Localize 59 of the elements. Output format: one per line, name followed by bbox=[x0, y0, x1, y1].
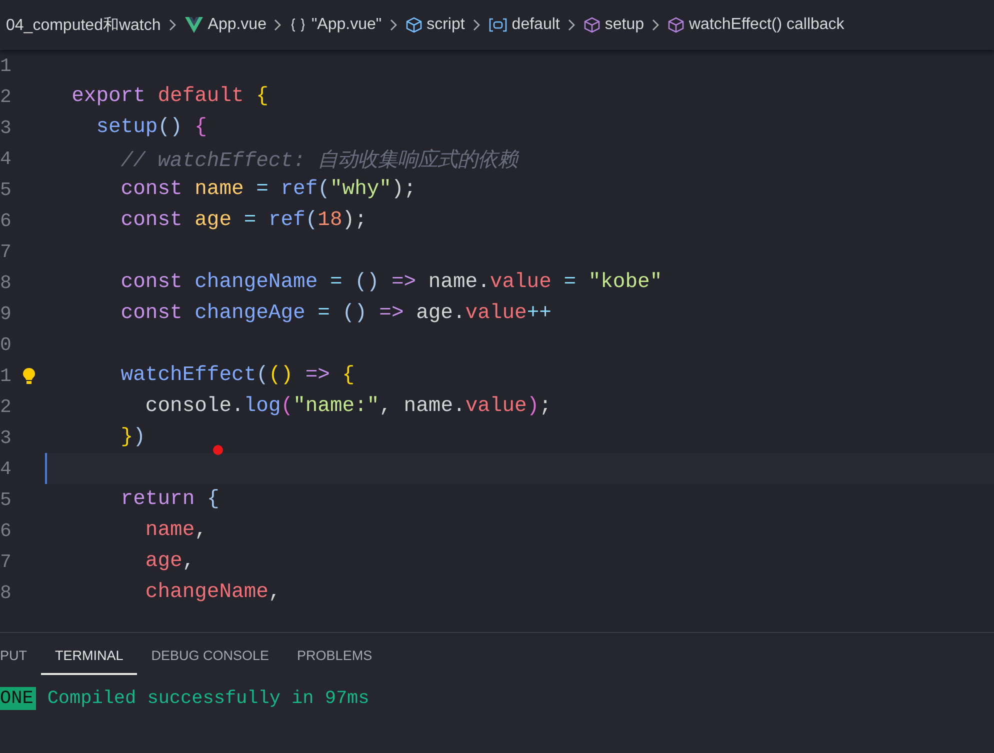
breadcrumb-item[interactable]: 04_computed和watch bbox=[6, 14, 161, 36]
line-number: 2 bbox=[0, 86, 12, 108]
line-number: 0 bbox=[0, 334, 12, 356]
breadcrumb-item[interactable]: "App.vue" bbox=[290, 16, 382, 34]
panel-tab[interactable]: DEBUG CONSOLE bbox=[137, 636, 284, 674]
cube-icon bbox=[668, 17, 684, 33]
line-number: 6 bbox=[0, 210, 12, 232]
code-line: age, bbox=[144, 550, 195, 573]
chevron-right-icon bbox=[274, 19, 282, 31]
code-line: const changeName = () => name.value = "kobe" bbox=[120, 271, 662, 294]
vue-logo-icon bbox=[184, 17, 203, 33]
line-number: 1 bbox=[0, 364, 12, 386]
bracket-symbol-icon bbox=[488, 18, 507, 32]
code-line: console.log("name:", name.value); bbox=[144, 395, 552, 418]
line-number: 7 bbox=[0, 240, 12, 262]
line-number: 7 bbox=[0, 550, 12, 572]
panel-tab[interactable]: TERMINAL bbox=[41, 636, 138, 674]
line-number: 3 bbox=[0, 426, 12, 448]
chevron-right-icon bbox=[168, 19, 177, 31]
code-line: const name = ref("why"); bbox=[120, 178, 416, 201]
pointer-dot-icon bbox=[213, 445, 223, 455]
braces-icon bbox=[290, 17, 306, 33]
breadcrumb-item[interactable]: script bbox=[406, 16, 465, 34]
line-number: 5 bbox=[0, 488, 12, 510]
line-number: 8 bbox=[0, 272, 12, 294]
chevron-right-icon bbox=[390, 19, 398, 31]
code-line: watchEffect(() => { bbox=[120, 364, 355, 387]
chevron-right-icon bbox=[652, 19, 660, 31]
line-number: 4 bbox=[0, 458, 12, 480]
line-number: 1 bbox=[0, 54, 12, 76]
code-line: return { bbox=[120, 488, 220, 511]
code-line: export default { bbox=[70, 85, 268, 108]
line-number: 5 bbox=[0, 178, 12, 200]
cube-icon bbox=[584, 17, 600, 33]
line-number: 8 bbox=[0, 582, 12, 604]
breadcrumb-item[interactable]: App.vue bbox=[184, 16, 266, 34]
code-line: changeName, bbox=[144, 581, 281, 604]
line-number: 3 bbox=[0, 116, 12, 138]
status-badge: ONE bbox=[0, 687, 36, 710]
terminal-output: Compiled successfully in 97ms bbox=[47, 688, 370, 709]
panel-tab[interactable]: PROBLEMS bbox=[283, 636, 386, 674]
breadcrumb-item[interactable]: default bbox=[488, 16, 560, 34]
code-line: }) bbox=[120, 426, 146, 449]
panel-tab[interactable]: PUT bbox=[0, 636, 41, 674]
line-number: 9 bbox=[0, 302, 12, 324]
line-number: 4 bbox=[0, 148, 12, 170]
breadcrumb-item[interactable]: setup bbox=[584, 16, 644, 34]
code-line: // watchEffect: 自动收集响应式的依赖 bbox=[120, 148, 518, 172]
code-line: setup() { bbox=[95, 116, 207, 139]
chevron-right-icon bbox=[472, 19, 481, 31]
line-number: 2 bbox=[0, 396, 12, 418]
chevron-right-icon bbox=[568, 19, 576, 31]
lightbulb-icon[interactable] bbox=[22, 366, 36, 384]
code-line: const age = ref(18); bbox=[120, 209, 367, 232]
code-line: const changeAge = () => age.value++ bbox=[120, 302, 552, 325]
code-line: name, bbox=[144, 519, 207, 542]
cube-icon bbox=[406, 17, 422, 33]
line-number: 6 bbox=[0, 520, 12, 542]
breadcrumb-item[interactable]: watchEffect() callback bbox=[668, 16, 844, 34]
